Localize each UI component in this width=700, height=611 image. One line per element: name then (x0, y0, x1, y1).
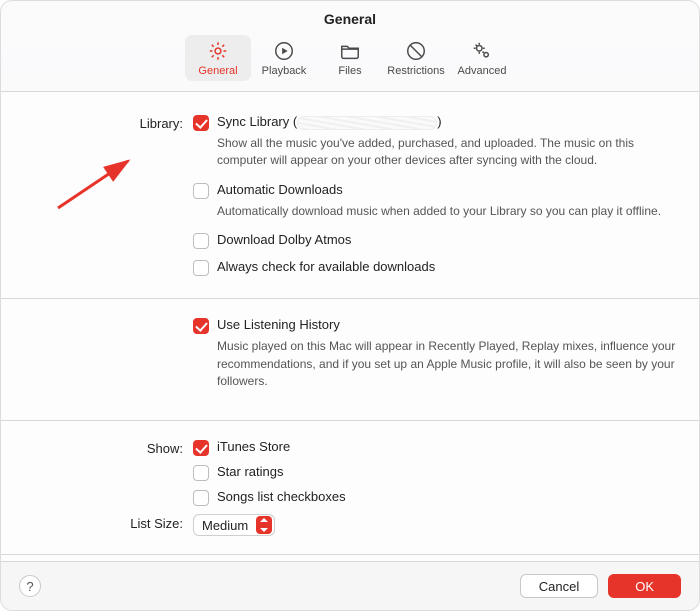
toolbar-tabs: General Playback Files Restrictions Adva… (1, 31, 699, 92)
tab-label: Files (338, 65, 361, 77)
window-title: General (1, 1, 699, 31)
divider (1, 298, 699, 299)
listening-history-checkbox[interactable] (193, 318, 209, 334)
show-songs-checkboxes-label: Songs list checkboxes (217, 489, 346, 504)
footer: ? Cancel OK (1, 561, 699, 610)
dolby-row: Download Dolby Atmos (193, 232, 677, 249)
show-songs-checkboxes-row: Songs list checkboxes (193, 489, 677, 506)
help-button[interactable]: ? (19, 575, 41, 597)
tab-label: Advanced (458, 65, 507, 77)
listening-history-desc: Music played on this Mac will appear in … (217, 338, 677, 390)
help-icon: ? (26, 579, 33, 594)
listening-history-row: Use Listening History (193, 317, 677, 334)
show-songs-checkboxes-checkbox[interactable] (193, 490, 209, 506)
divider (1, 554, 699, 555)
tab-advanced[interactable]: Advanced (449, 35, 515, 81)
sync-library-title: Sync Library ( (217, 114, 297, 129)
general-pane: Library: Sync Library () Show all the mu… (1, 92, 699, 561)
library-label: Library: (23, 114, 193, 280)
listening-history-label: Use Listening History (217, 317, 340, 332)
check-downloads-checkbox[interactable] (193, 260, 209, 276)
tab-restrictions[interactable]: Restrictions (383, 35, 449, 81)
gears-icon (471, 40, 493, 62)
show-label: Show: (23, 439, 193, 510)
check-downloads-label: Always check for available downloads (217, 259, 435, 274)
auto-downloads-checkbox[interactable] (193, 183, 209, 199)
show-star-checkbox[interactable] (193, 465, 209, 481)
folder-icon (339, 40, 361, 62)
dolby-label: Download Dolby Atmos (217, 232, 351, 247)
gear-icon (207, 40, 229, 62)
show-star-label: Star ratings (217, 464, 283, 479)
tab-playback[interactable]: Playback (251, 35, 317, 81)
divider (1, 420, 699, 421)
sync-library-row: Sync Library () (193, 114, 677, 131)
account-redacted (297, 116, 437, 130)
tab-files[interactable]: Files (317, 35, 383, 81)
sync-library-label: Sync Library () (217, 114, 442, 130)
auto-downloads-desc: Automatically download music when added … (217, 203, 677, 220)
sync-library-checkbox[interactable] (193, 115, 209, 131)
stepper-icon (256, 516, 272, 534)
show-star-row: Star ratings (193, 464, 677, 481)
list-size-value: Medium (202, 518, 248, 533)
list-size-select[interactable]: Medium (193, 514, 275, 536)
show-itunes-checkbox[interactable] (193, 440, 209, 456)
ok-button[interactable]: OK (608, 574, 681, 598)
auto-downloads-row: Automatic Downloads (193, 182, 677, 199)
show-itunes-row: iTunes Store (193, 439, 677, 456)
no-symbol-icon (405, 40, 427, 62)
cancel-button[interactable]: Cancel (520, 574, 598, 598)
sync-library-desc: Show all the music you've added, purchas… (217, 135, 677, 170)
check-downloads-row: Always check for available downloads (193, 259, 677, 276)
listening-history-section: Use Listening History Music played on th… (23, 309, 677, 410)
list-size-label: List Size: (23, 514, 193, 536)
sync-library-title-end: ) (437, 114, 441, 129)
tab-general[interactable]: General (185, 35, 251, 81)
dolby-checkbox[interactable] (193, 233, 209, 249)
cancel-label: Cancel (539, 579, 579, 594)
auto-downloads-label: Automatic Downloads (217, 182, 343, 197)
play-circle-icon (273, 40, 295, 62)
show-section: Show: iTunes Store Star ratings Songs li… (23, 431, 677, 512)
list-size-section: List Size: Medium (23, 512, 677, 544)
tab-label: General (198, 65, 237, 77)
tab-label: Playback (262, 65, 307, 77)
show-itunes-label: iTunes Store (217, 439, 290, 454)
tab-label: Restrictions (387, 65, 444, 77)
library-section: Library: Sync Library () Show all the mu… (23, 106, 677, 288)
ok-label: OK (635, 579, 654, 594)
preferences-window: General General Playback Files Restricti… (0, 0, 700, 611)
